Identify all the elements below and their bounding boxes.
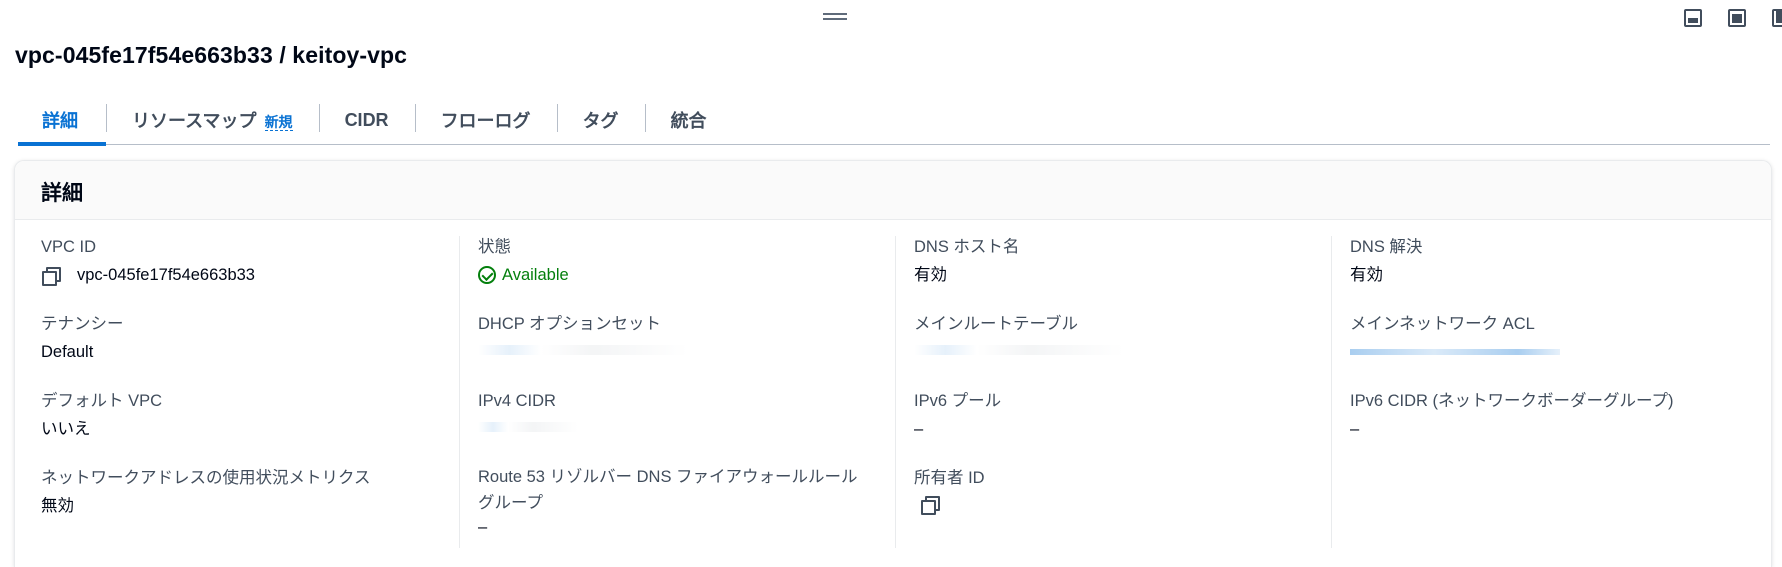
tab-flow-logs-label: フローログ xyxy=(440,111,531,131)
field-state: 状態 Available xyxy=(452,236,888,313)
field-label: デフォルト VPC xyxy=(41,392,163,410)
field-value: 有効 xyxy=(914,266,947,284)
details-grid: VPC ID vpc-045fe17f54e663b33 状態 Availabl… xyxy=(15,236,1771,558)
field-route53-resolver: Route 53 リゾルバー DNS ファイアウォールルールグループ – xyxy=(452,467,888,544)
details-header: 詳細 xyxy=(15,161,1771,220)
field-label: DNS ホスト名 xyxy=(914,238,1020,256)
field-value: vpc-045fe17f54e663b33 xyxy=(41,264,428,286)
field-value: 無効 xyxy=(41,497,74,515)
field-label: ネットワークアドレスの使用状況メトリクス xyxy=(41,469,371,487)
panel-right-icon[interactable] xyxy=(1772,9,1782,27)
field-label: IPv6 プール xyxy=(914,392,1002,410)
field-label: メインルートテーブル xyxy=(914,315,1079,333)
state-value: Available xyxy=(502,266,569,284)
field-value: – xyxy=(478,518,488,536)
field-label: Route 53 リゾルバー DNS ファイアウォールルールグループ xyxy=(478,468,858,512)
field-value: – xyxy=(914,420,924,438)
field-label: 状態 xyxy=(478,238,511,256)
field-label: テナンシー xyxy=(41,315,124,333)
redacted-link[interactable] xyxy=(914,345,1124,355)
tab-bar: 詳細 リソースマップ 新規 CIDR フローログ タグ 統合 xyxy=(18,96,1770,146)
tab-tags-label: タグ xyxy=(582,111,619,131)
copy-icon[interactable] xyxy=(41,266,61,286)
field-dhcp-options: DHCP オプションセット xyxy=(452,313,888,390)
tab-resource-map-label: リソースマップ xyxy=(132,111,257,131)
redacted-link[interactable] xyxy=(478,345,688,355)
panel-bottom-icon[interactable] xyxy=(1684,9,1702,27)
drag-handle-icon[interactable] xyxy=(823,13,847,22)
field-ipv6-cidr: IPv6 CIDR (ネットワークボーダーグループ) – xyxy=(1324,390,1761,467)
field-label: 所有者 ID xyxy=(914,469,985,487)
tab-details-label: 詳細 xyxy=(42,111,78,131)
status-badge: Available xyxy=(478,264,864,286)
redacted-value xyxy=(478,422,578,432)
field-label: DHCP オプションセット xyxy=(478,315,662,333)
tab-details[interactable]: 詳細 xyxy=(18,96,106,146)
tab-integrations-label: 統合 xyxy=(670,111,707,131)
field-value xyxy=(914,495,1300,515)
page-title: vpc-045fe17f54e663b33 / keitoy-vpc xyxy=(15,42,408,68)
copy-icon[interactable] xyxy=(920,495,940,515)
field-value: いいえ xyxy=(41,420,91,438)
field-owner-id: 所有者 ID xyxy=(888,467,1324,544)
panel-side-icon[interactable] xyxy=(1728,9,1746,27)
vpc-id-value: vpc-045fe17f54e663b33 xyxy=(77,266,255,284)
field-value: Default xyxy=(41,343,94,361)
field-label: IPv4 CIDR xyxy=(478,392,556,410)
empty-cell xyxy=(1324,467,1761,544)
field-ipv4-cidr: IPv4 CIDR xyxy=(452,390,888,467)
tab-integrations[interactable]: 統合 xyxy=(644,96,733,144)
field-main-route-table: メインルートテーブル xyxy=(888,313,1324,390)
redacted-link[interactable] xyxy=(1350,349,1560,355)
panel-layout-controls xyxy=(1684,9,1782,27)
field-label: VPC ID xyxy=(41,238,97,256)
field-dns-hostnames: DNS ホスト名 有効 xyxy=(888,236,1324,313)
field-tenancy: テナンシー Default xyxy=(15,313,452,390)
tab-flow-logs[interactable]: フローログ xyxy=(414,96,557,144)
details-container: 詳細 VPC ID vpc-045fe17f54e663b33 状態 Avail… xyxy=(14,160,1772,567)
new-badge[interactable]: 新規 xyxy=(264,110,293,131)
tab-cidr-label: CIDR xyxy=(344,109,389,130)
field-vpc-id: VPC ID vpc-045fe17f54e663b33 xyxy=(15,236,452,313)
tab-tags[interactable]: タグ xyxy=(556,96,645,144)
field-value: – xyxy=(1350,420,1360,438)
field-label: IPv6 CIDR (ネットワークボーダーグループ) xyxy=(1350,392,1674,410)
check-circle-icon xyxy=(478,266,496,284)
field-value: 有効 xyxy=(1350,266,1383,284)
field-default-vpc: デフォルト VPC いいえ xyxy=(15,390,452,467)
field-ipv6-pool: IPv6 プール – xyxy=(888,390,1324,467)
field-label: DNS 解決 xyxy=(1350,238,1423,256)
field-dns-resolution: DNS 解決 有効 xyxy=(1324,236,1761,313)
field-main-network-acl: メインネットワーク ACL xyxy=(1324,313,1761,390)
field-label: メインネットワーク ACL xyxy=(1350,315,1535,333)
tab-resource-map[interactable]: リソースマップ 新規 xyxy=(106,96,319,144)
details-heading: 詳細 xyxy=(41,182,83,205)
tab-cidr[interactable]: CIDR xyxy=(318,96,415,144)
field-network-address-usage: ネットワークアドレスの使用状況メトリクス 無効 xyxy=(15,467,452,544)
